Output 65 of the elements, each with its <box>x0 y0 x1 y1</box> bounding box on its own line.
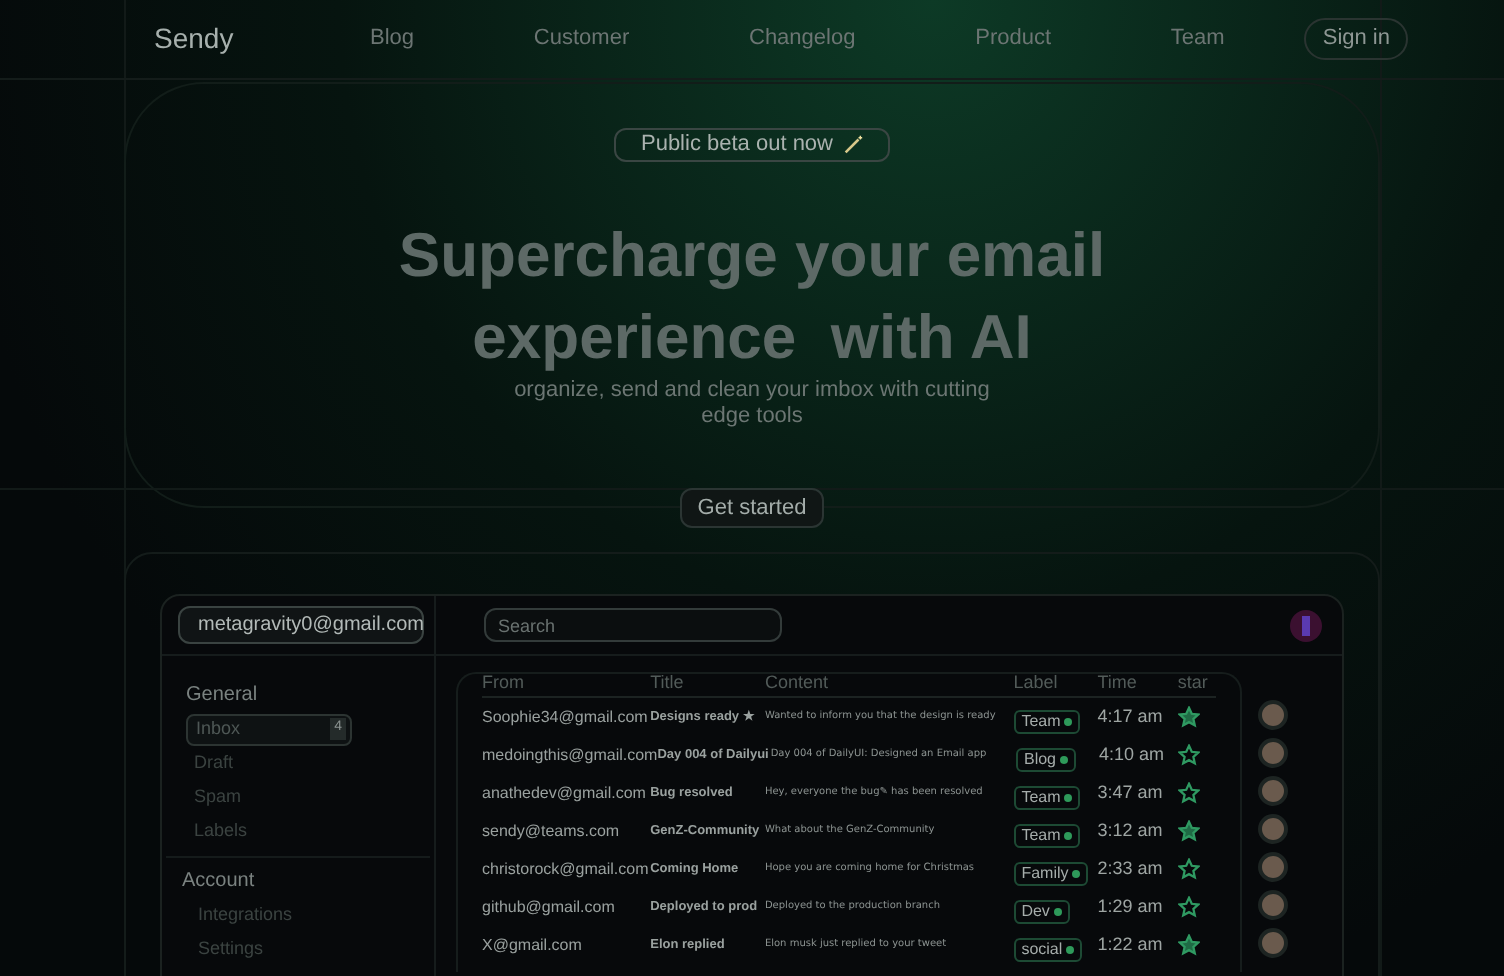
sender-cell-text: Soophie34@gmail.com <box>482 705 650 729</box>
time-cell-text: 3:47 am <box>1097 779 1165 806</box>
label-tag[interactable]: social <box>1013 937 1083 961</box>
star-icon[interactable] <box>1178 744 1201 766</box>
search-field[interactable]: Search <box>484 608 782 642</box>
hero-title: Supercharge your email <box>398 218 1106 294</box>
nav-link[interactable]: Team <box>1170 22 1225 56</box>
sender-cell: medoingthis@gmail.com <box>482 743 658 767</box>
label-tag[interactable]: Family <box>1013 861 1089 885</box>
avatar <box>1258 890 1288 920</box>
item-label: Inbox <box>196 715 241 742</box>
column-header: Title <box>650 669 686 695</box>
item-label: Spam <box>194 783 242 810</box>
star-icon[interactable] <box>1177 934 1200 956</box>
avatar <box>1258 814 1288 844</box>
label-tag[interactable]: Team <box>1013 709 1081 733</box>
account-selector[interactable]: metagravity0@gmail.com <box>178 606 424 644</box>
label-tag[interactable]: Team <box>1013 785 1081 809</box>
item-label: Settings <box>198 935 264 962</box>
label-tag[interactable]: Blog <box>1015 747 1076 771</box>
time-cell-text: 2:33 am <box>1097 855 1165 882</box>
avatar-icon[interactable] <box>1290 609 1322 641</box>
time-cell-text: 4:10 am <box>1099 741 1167 768</box>
column-header: Label <box>1013 669 1060 695</box>
sender-cell-text: christorock@gmail.com <box>482 857 650 881</box>
time-cell-text: 1:29 am <box>1097 893 1165 920</box>
sender-cell-text: github@gmail.com <box>482 895 617 919</box>
sender-cell-text: X@gmail.com <box>482 933 584 957</box>
sign-in-button[interactable]: Sign in <box>1304 18 1408 60</box>
wand-icon <box>841 134 863 156</box>
star-icon[interactable] <box>1177 782 1200 804</box>
star-icon[interactable] <box>1177 820 1200 842</box>
hero-title: experience with AI <box>472 300 1032 376</box>
avatar <box>1258 852 1288 882</box>
item-label: Draft <box>194 749 234 776</box>
label-tag[interactable]: Dev <box>1013 899 1070 923</box>
star-icon[interactable] <box>1177 858 1200 880</box>
label-tag[interactable]: Team <box>1013 823 1081 847</box>
avatar <box>1258 776 1288 806</box>
time-cell-text: 1:22 am <box>1097 931 1165 958</box>
column-header: star <box>1177 669 1210 695</box>
nav-link[interactable]: Changelog <box>749 22 856 56</box>
column-header: Content <box>764 669 830 695</box>
sender-cell-text: anathedev@gmail.com <box>482 781 648 805</box>
column-header: Time <box>1097 669 1139 695</box>
badge-text: Public beta out now <box>640 130 833 161</box>
section-heading: General <box>186 682 260 710</box>
item-label: Integrations <box>198 901 293 928</box>
star-icon[interactable] <box>1177 896 1200 918</box>
nav-link[interactable]: Blog <box>370 22 415 56</box>
star-icon[interactable] <box>1177 706 1200 728</box>
avatar <box>1258 928 1288 958</box>
section-heading: Account <box>182 868 257 896</box>
beta-badge[interactable]: Public beta out now <box>614 128 889 162</box>
hero-subtitle: organize, send and clean your imbox with cutting edge tools <box>512 378 992 430</box>
get-started-button[interactable]: Get started <box>679 488 825 528</box>
avatar <box>1258 700 1288 730</box>
time-cell-text: 3:12 am <box>1097 817 1165 844</box>
nav-link[interactable]: Customer <box>533 22 630 56</box>
avatar <box>1258 738 1288 768</box>
time-cell-text: 4:17 am <box>1097 703 1165 730</box>
sender-cell-text: sendy@teams.com <box>482 819 622 843</box>
item-label: Labels <box>194 817 248 844</box>
column-header: From <box>482 669 526 695</box>
logo[interactable]: Sendy <box>154 18 370 60</box>
